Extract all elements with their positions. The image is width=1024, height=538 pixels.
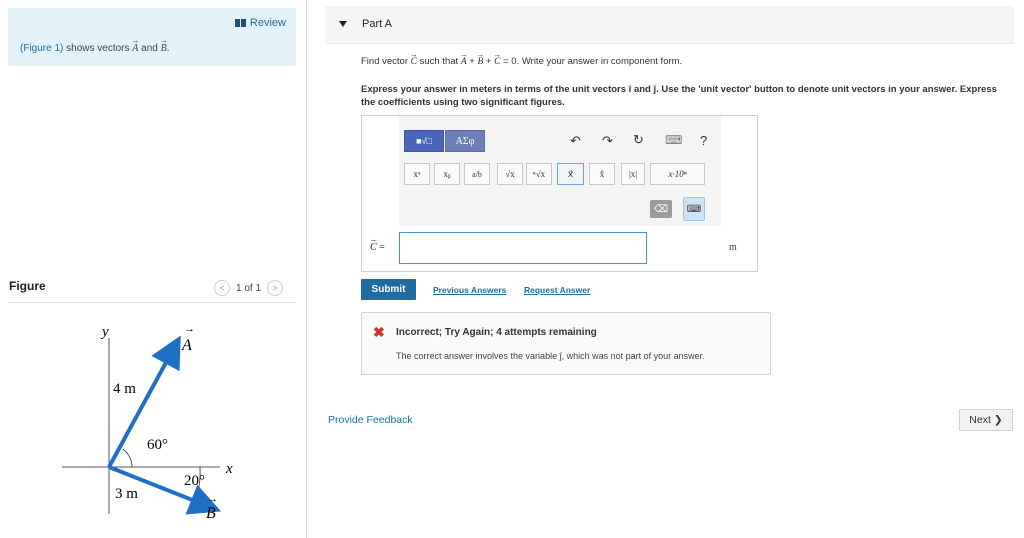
- keyboard-toggle-icon[interactable]: ⌨: [683, 197, 705, 221]
- part-a-header[interactable]: Part A: [325, 6, 1014, 44]
- y-axis-label: y: [100, 324, 109, 340]
- math-toolbar: ■√□ ΑΣφ ↶ ↷ ↻ ⌨ ? xᵃ xᵦ a/b √x ⁿ√x x⃗ x̂…: [399, 116, 721, 226]
- previous-answers-link[interactable]: Previous Answers: [433, 285, 506, 295]
- sqrt-button[interactable]: √x: [497, 163, 523, 185]
- vector-figure: y x A → B → 4 m 3 m 60° 20°: [62, 323, 233, 522]
- superscript-button[interactable]: xᵃ: [404, 163, 430, 185]
- book-icon: [234, 19, 246, 27]
- question-text: Find vector C such that A + B + C = 0. W…: [361, 55, 1001, 109]
- greek-button[interactable]: ΑΣφ: [445, 130, 485, 152]
- next-label: Next: [969, 414, 991, 426]
- figure-link[interactable]: (Figure 1): [20, 43, 63, 54]
- feedback-box: ✖ Incorrect; Try Again; 4 attempts remai…: [361, 312, 771, 375]
- vector-button[interactable]: x⃗: [557, 163, 584, 185]
- request-answer-link[interactable]: Request Answer: [524, 285, 590, 295]
- answer-unit: m: [729, 242, 737, 253]
- figure-heading: Figure: [9, 279, 46, 293]
- review-button[interactable]: Review: [234, 17, 286, 29]
- fraction-button[interactable]: a/b: [464, 163, 490, 185]
- next-button[interactable]: Next ❯: [959, 409, 1013, 431]
- unit-vector-button[interactable]: x̂: [589, 163, 615, 185]
- feedback-title: Incorrect; Try Again; 4 attempts remaini…: [396, 327, 597, 338]
- redo-icon[interactable]: ↷: [602, 133, 613, 149]
- angle-b-label: 20°: [184, 473, 205, 489]
- vector-a-symbol: A: [132, 43, 138, 54]
- error-x-icon: ✖: [373, 324, 385, 340]
- keyboard-icon[interactable]: ⌨: [665, 133, 682, 147]
- vector-b-arrow-mark: →: [207, 493, 218, 505]
- nth-root-button[interactable]: ⁿ√x: [526, 163, 552, 185]
- vector-a-label: A: [181, 337, 192, 354]
- part-title: Part A: [362, 18, 392, 30]
- vector-b-symbol: B: [161, 43, 167, 54]
- undo-icon[interactable]: ↶: [570, 133, 581, 149]
- angle-a-label: 60°: [147, 437, 168, 453]
- templates-button[interactable]: ■√□: [404, 130, 444, 152]
- answer-input[interactable]: [399, 232, 647, 264]
- feedback-message: The correct answer involves the variable…: [396, 351, 705, 361]
- figure-pager: < 1 of 1 >: [214, 280, 284, 296]
- pager-text: 1 of 1: [236, 282, 262, 294]
- x-axis-label: x: [225, 461, 233, 477]
- abs-button[interactable]: |x|: [621, 163, 645, 185]
- caret-down-icon[interactable]: [339, 21, 347, 27]
- vector-b-label: B: [206, 505, 216, 522]
- subscript-button[interactable]: xᵦ: [434, 163, 460, 185]
- length-a-label: 4 m: [113, 381, 136, 397]
- page: Review (Figure 1) shows vectors A and B.…: [0, 0, 1024, 538]
- reset-icon[interactable]: ↻: [633, 132, 644, 148]
- help-icon[interactable]: ?: [700, 133, 707, 148]
- chevron-right-icon: ❯: [993, 414, 1003, 426]
- question-instructions: Express your answer in meters in terms o…: [361, 84, 997, 108]
- review-label: Review: [249, 17, 286, 29]
- length-b-label: 3 m: [115, 486, 138, 502]
- pager-next-button[interactable]: >: [267, 280, 284, 296]
- provide-feedback-link[interactable]: Provide Feedback: [328, 414, 413, 426]
- angle-a-arc: [122, 448, 133, 468]
- pager-prev-button[interactable]: <: [214, 280, 230, 296]
- answer-editor: ■√□ ΑΣφ ↶ ↷ ↻ ⌨ ? xᵃ xᵦ a/b √x ⁿ√x x⃗ x̂…: [361, 115, 758, 272]
- intro-box: Review (Figure 1) shows vectors A and B.: [8, 8, 296, 66]
- figure-divider: [8, 302, 296, 303]
- question-prompt: Find vector C such that A + B + C = 0. W…: [361, 55, 1001, 69]
- backspace-icon[interactable]: ⌫: [650, 200, 672, 218]
- intro-text: (Figure 1) shows vectors A and B.: [20, 43, 170, 54]
- submit-button[interactable]: Submit: [361, 279, 416, 300]
- answer-label: C =: [370, 242, 385, 253]
- sci-notation-button[interactable]: x·10ⁿ: [650, 163, 705, 185]
- vector-a-arrow-mark: →: [184, 323, 195, 335]
- left-pane: Review (Figure 1) shows vectors A and B.…: [0, 0, 307, 538]
